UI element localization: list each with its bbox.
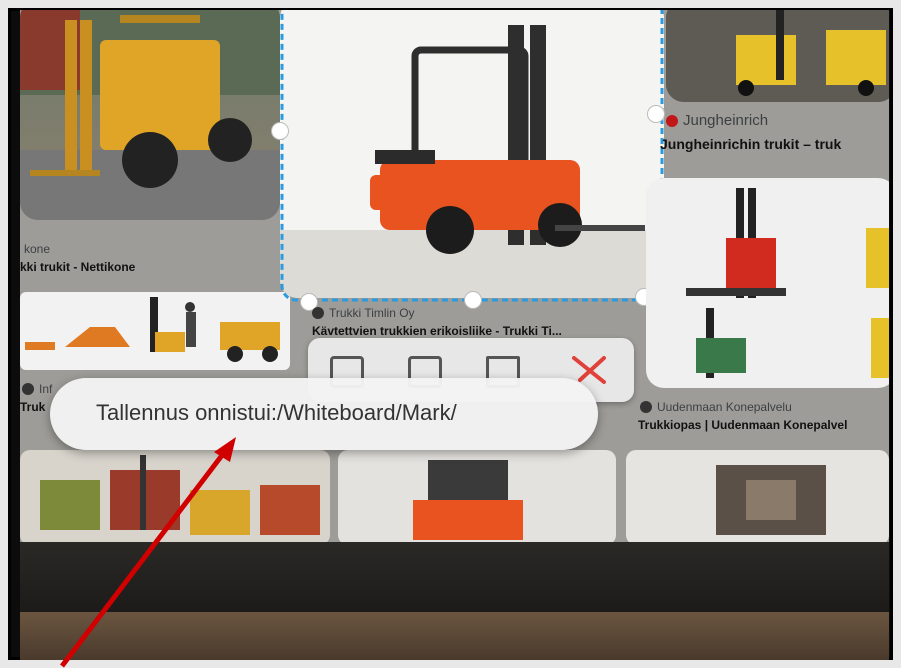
annotation-arrow-icon: [60, 437, 236, 668]
